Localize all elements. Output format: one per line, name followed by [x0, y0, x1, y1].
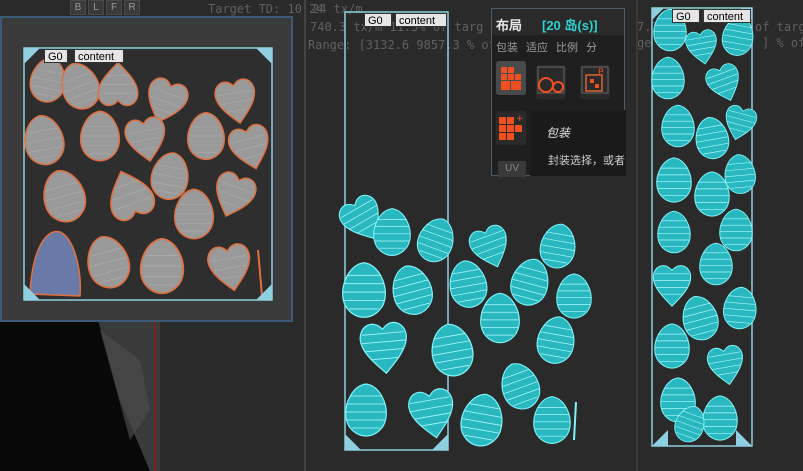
island-count: [20 岛(s)] — [542, 18, 598, 33]
cyan-uv-islands-middle — [335, 191, 591, 449]
layout-title: 布局 — [496, 18, 523, 33]
uv-tile-label: content — [395, 13, 447, 27]
fit-tool-icon[interactable] — [536, 65, 566, 99]
tooltip-description: 封装选择，或者 — [548, 155, 625, 167]
uv-tile-id: G0 — [364, 13, 392, 27]
uv-side-label: UV — [498, 161, 526, 177]
tooltip-title: 包装 — [546, 126, 571, 140]
svg-text:P: P — [598, 68, 604, 78]
pack-tool-icon[interactable] — [496, 61, 526, 95]
svg-text:+: + — [516, 114, 524, 124]
layout-tabs: 包装 适应 比例 分 — [492, 39, 597, 55]
layout-panel-header: 布局 [20 岛(s)] — [492, 9, 624, 35]
tab-fit[interactable]: 适应 — [526, 39, 548, 55]
scale-tool-icon[interactable]: P — [580, 65, 610, 99]
tab-split[interactable]: 分 — [586, 39, 597, 55]
tab-scale[interactable]: 比例 — [556, 39, 578, 55]
pack-selected-icon[interactable]: + — [496, 111, 526, 145]
uv-tile-id: G0 — [672, 9, 700, 23]
cyan-uv-islands-right — [652, 9, 759, 446]
tab-pack[interactable]: 包装 — [496, 39, 518, 55]
uv-tile-id: G0 — [44, 49, 68, 63]
leaf-layer — [0, 7, 803, 451]
uv-tile-label: content — [74, 49, 124, 63]
uv-tile-label: content — [703, 9, 751, 23]
